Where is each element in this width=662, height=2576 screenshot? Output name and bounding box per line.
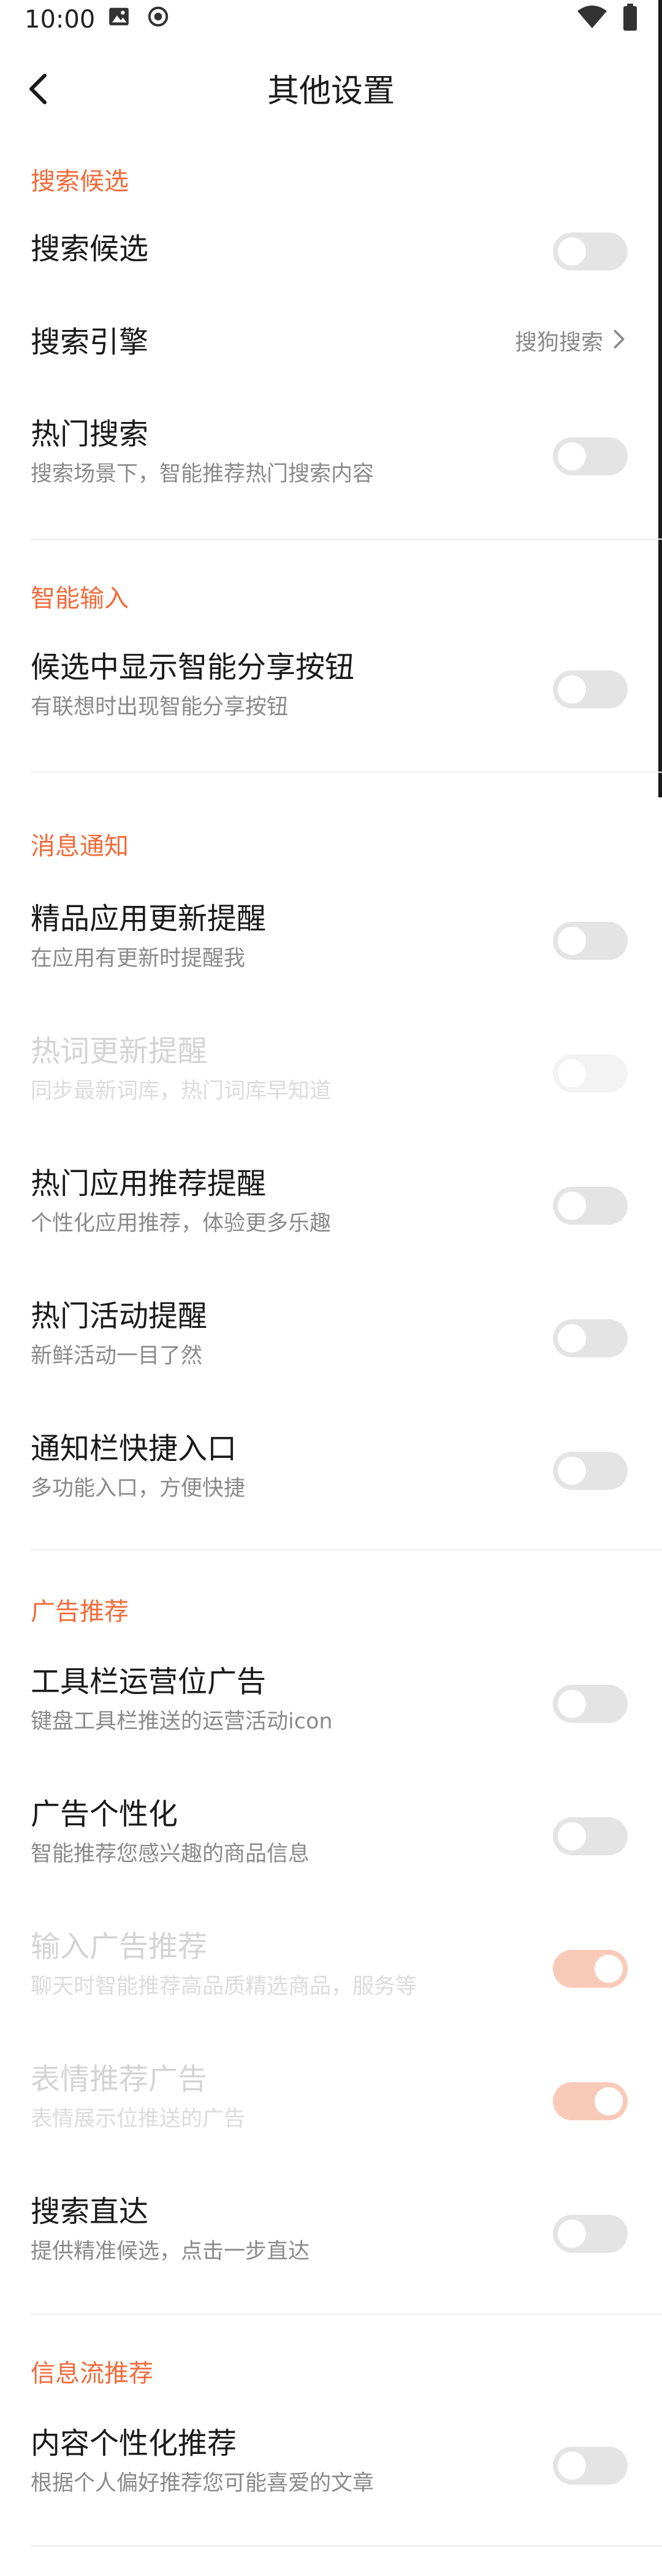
toggle-switch[interactable] — [553, 2215, 628, 2253]
row-title: 搜索候选 — [31, 232, 149, 266]
row-subtitle: 根据个人偏好推荐您可能喜爱的文章 — [31, 2471, 375, 2496]
toggle-knob — [595, 1955, 623, 1983]
toggle-knob — [558, 237, 586, 266]
toggle-switch[interactable] — [553, 922, 628, 960]
image-icon — [107, 5, 131, 31]
row-title: 搜索引擎 — [31, 325, 149, 359]
section-header-notification: 消息通知 — [31, 832, 129, 861]
setting-row-app-update[interactable]: 精品应用更新提醒 在应用有更新时提醒我 — [0, 894, 662, 986]
status-icons-right — [577, 4, 637, 33]
title-bar: 其他设置 — [0, 54, 662, 128]
toggle-knob — [558, 1192, 586, 1220]
divider — [31, 2313, 662, 2315]
setting-row-search-engine[interactable]: 搜索引擎 搜狗搜索 — [0, 315, 662, 374]
setting-row-toolbar-ads[interactable]: 工具栏运营位广告 键盘工具栏推送的运营活动icon — [0, 1657, 662, 1749]
toggle-switch[interactable] — [553, 670, 628, 708]
row-title: 表情推荐广告 — [31, 2062, 208, 2096]
setting-row-hot-activity[interactable]: 热门活动提醒 新鲜活动一目了然 — [0, 1292, 662, 1384]
setting-row-ad-personalization[interactable]: 广告个性化 智能推荐您感兴趣的商品信息 — [0, 1790, 662, 1882]
toggle-switch[interactable] — [553, 232, 628, 270]
page-title: 其他设置 — [267, 73, 395, 110]
section-header-smart-input: 智能输入 — [31, 585, 129, 613]
wifi-icon — [577, 5, 607, 32]
section-header-ads: 广告推荐 — [31, 1598, 129, 1626]
toggle-switch — [553, 1950, 628, 1988]
record-icon — [146, 5, 170, 31]
setting-row-search-candidate[interactable]: 搜索候选 — [0, 222, 662, 281]
toggle-knob — [558, 1059, 586, 1087]
row-title: 热门活动提醒 — [31, 1299, 208, 1333]
toggle-switch[interactable] — [553, 2447, 628, 2485]
divider — [31, 539, 662, 540]
toggle-switch[interactable] — [553, 1319, 628, 1357]
setting-row-hotword-update: 热词更新提醒 同步最新词库，热门词库早知道 — [0, 1027, 662, 1119]
toggle-switch[interactable] — [553, 1685, 628, 1723]
toggle-switch — [553, 1054, 628, 1092]
row-title: 热门应用推荐提醒 — [31, 1167, 267, 1201]
setting-row-search-direct[interactable]: 搜索直达 提供精准候选，点击一步直达 — [0, 2187, 662, 2279]
toggle-switch[interactable] — [553, 1187, 628, 1225]
row-title: 工具栏运营位广告 — [31, 1665, 267, 1699]
status-time: 10:00 — [25, 6, 96, 34]
toggle-knob — [558, 675, 586, 703]
toggle-knob — [558, 1457, 586, 1485]
toggle-switch — [553, 2082, 628, 2120]
row-title: 热词更新提醒 — [31, 1034, 208, 1068]
setting-row-app-recommend[interactable]: 热门应用推荐提醒 个性化应用推荐，体验更多乐趣 — [0, 1159, 662, 1251]
toggle-knob — [558, 927, 586, 955]
row-title: 广告个性化 — [31, 1797, 178, 1831]
battery-icon — [623, 4, 637, 33]
row-subtitle: 搜索场景下，智能推荐热门搜索内容 — [31, 462, 375, 486]
chevron-right-icon — [613, 328, 625, 358]
row-subtitle: 个性化应用推荐，体验更多乐趣 — [31, 1211, 332, 1236]
setting-row-smart-share[interactable]: 候选中显示智能分享按钮 有联想时出现智能分享按钮 — [0, 643, 662, 735]
section-header-feed: 信息流推荐 — [31, 2359, 153, 2388]
row-subtitle: 键盘工具栏推送的运营活动icon — [31, 1709, 333, 1734]
toggle-switch[interactable] — [553, 437, 628, 475]
toggle-knob — [558, 1690, 586, 1718]
toggle-switch[interactable] — [553, 1817, 628, 1855]
row-title: 输入广告推荐 — [31, 1930, 208, 1964]
setting-row-input-ads: 输入广告推荐 聊天时智能推荐高品质精选商品，服务等 — [0, 1922, 662, 2014]
divider — [31, 1549, 662, 1551]
setting-row-content-personalization[interactable]: 内容个性化推荐 根据个人偏好推荐您可能喜爱的文章 — [0, 2419, 662, 2511]
row-title: 候选中显示智能分享按钮 — [31, 650, 355, 684]
status-bar: 10:00 — [0, 0, 662, 39]
status-icons-left — [107, 5, 170, 31]
toggle-knob — [558, 442, 586, 470]
row-subtitle: 聊天时智能推荐高品质精选商品，服务等 — [31, 1974, 417, 1999]
row-title: 内容个性化推荐 — [31, 2426, 237, 2461]
row-subtitle: 同步最新词库，热门词库早知道 — [31, 1079, 332, 1103]
row-title: 搜索直达 — [31, 2195, 149, 2229]
row-title: 热门搜索 — [31, 417, 149, 451]
row-title: 通知栏快捷入口 — [31, 1432, 237, 1466]
toggle-knob — [558, 1324, 586, 1352]
toggle-knob — [558, 2220, 586, 2248]
setting-row-hot-search[interactable]: 热门搜索 搜索场景下，智能推荐热门搜索内容 — [0, 410, 662, 502]
row-subtitle: 新鲜活动一目了然 — [31, 1344, 203, 1368]
row-title: 精品应用更新提醒 — [31, 902, 267, 936]
toggle-knob — [595, 2087, 623, 2115]
value-label: 搜狗搜索 — [514, 330, 603, 355]
row-subtitle: 在应用有更新时提醒我 — [31, 946, 246, 971]
divider — [31, 2545, 662, 2547]
toggle-knob — [558, 1822, 586, 1850]
row-subtitle: 智能推荐您感兴趣的商品信息 — [31, 1842, 310, 1866]
toggle-switch[interactable] — [553, 1452, 628, 1490]
toggle-knob — [558, 2451, 586, 2480]
setting-row-emoji-ads: 表情推荐广告 表情展示位推送的广告 — [0, 2055, 662, 2147]
search-engine-value[interactable]: 搜狗搜索 — [515, 328, 625, 358]
row-subtitle: 多功能入口，方便快捷 — [31, 1476, 246, 1501]
row-subtitle: 提供精准候选，点击一步直达 — [31, 2239, 310, 2264]
setting-row-notification-shortcut[interactable]: 通知栏快捷入口 多功能入口，方便快捷 — [0, 1424, 662, 1516]
divider — [31, 772, 662, 773]
section-header-search: 搜索候选 — [31, 167, 129, 196]
row-subtitle: 有联想时出现智能分享按钮 — [31, 695, 289, 719]
row-subtitle: 表情展示位推送的广告 — [31, 2107, 246, 2131]
